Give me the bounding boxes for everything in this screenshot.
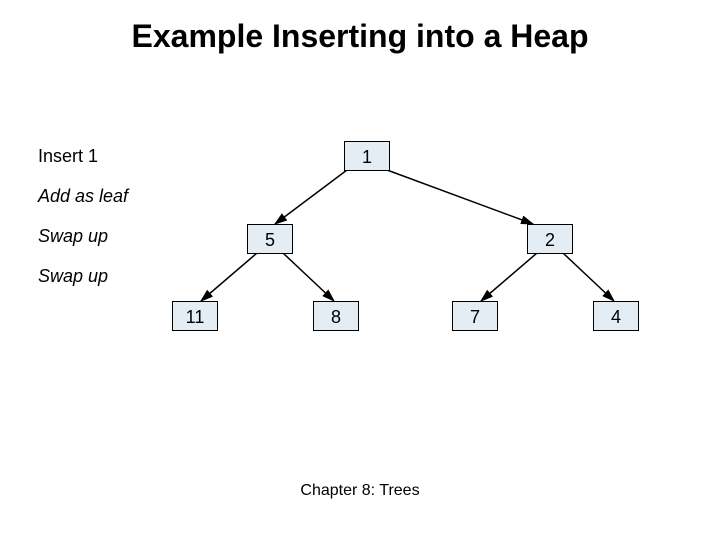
node-right-right: 4: [593, 301, 639, 331]
step-add-leaf: Add as leaf: [38, 186, 128, 207]
slide-footer: Chapter 8: Trees: [0, 482, 720, 500]
node-right-left: 7: [452, 301, 498, 331]
node-root: 1: [344, 141, 390, 171]
slide: Example Inserting into a Heap Insert 1 A…: [0, 0, 720, 540]
node-left-right: 8: [313, 301, 359, 331]
node-left: 5: [247, 224, 293, 254]
step-insert: Insert 1: [38, 146, 98, 167]
slide-title: Example Inserting into a Heap: [0, 18, 720, 55]
node-right: 2: [527, 224, 573, 254]
step-swap-up-1: Swap up: [38, 226, 108, 247]
step-swap-up-2: Swap up: [38, 266, 108, 287]
node-left-left: 11: [172, 301, 218, 331]
